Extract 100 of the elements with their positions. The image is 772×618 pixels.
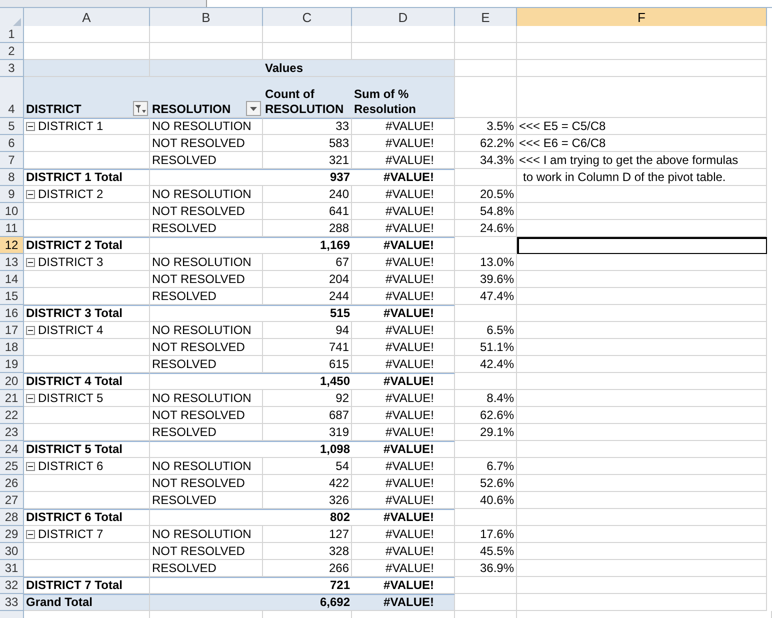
table-cell: Count of RESOLUTION	[263, 77, 352, 118]
row-header[interactable]: 4	[0, 77, 24, 118]
table-cell: #VALUE!	[352, 220, 455, 237]
minus-box-icon[interactable]	[26, 258, 35, 267]
row-header[interactable]: 23	[0, 424, 24, 441]
row-header[interactable]: 15	[0, 288, 24, 305]
table-cell: #VALUE!	[352, 305, 455, 322]
row-header[interactable]: 11	[0, 220, 24, 237]
row-header[interactable]: 33	[0, 594, 24, 611]
table-cell: 51.1%	[455, 339, 517, 356]
row-header[interactable]: 20	[0, 373, 24, 390]
field-label: DISTRICT	[26, 102, 82, 117]
active-cell[interactable]	[517, 237, 767, 254]
table-cell: #VALUE!	[352, 424, 455, 441]
table-cell: RESOLVED	[150, 152, 263, 169]
table-cell: 8.4%	[455, 390, 517, 407]
row-header[interactable]: 26	[0, 475, 24, 492]
row-header[interactable]: 30	[0, 543, 24, 560]
table-cell: 52.6%	[455, 475, 517, 492]
table-cell: DISTRICT 2	[24, 186, 150, 203]
table-cell: #VALUE!	[352, 526, 455, 543]
table-cell: RESOLVED	[150, 492, 263, 509]
dropdown-button[interactable]	[246, 101, 261, 116]
table-cell: 266	[263, 560, 352, 577]
minus-box-icon[interactable]	[26, 462, 35, 471]
table-cell: Values	[263, 60, 352, 77]
filter-button[interactable]	[133, 101, 148, 116]
row-header[interactable]: 8	[0, 169, 24, 186]
minus-box-icon[interactable]	[26, 326, 35, 335]
minus-box-icon[interactable]	[26, 122, 35, 131]
table-cell: #VALUE!	[352, 237, 455, 254]
table-cell: DISTRICT 4	[24, 322, 150, 339]
table-cell: 54.8%	[455, 203, 517, 220]
row-header[interactable]: 17	[0, 322, 24, 339]
row-header[interactable]: 27	[0, 492, 24, 509]
table-cell: 17.6%	[455, 526, 517, 543]
row-header[interactable]: 13	[0, 254, 24, 271]
table-cell: 1,450	[263, 373, 352, 390]
table-cell: DISTRICT 4 Total	[24, 373, 150, 390]
row-header[interactable]: 25	[0, 458, 24, 475]
row-header[interactable]: 18	[0, 339, 24, 356]
table-cell: DISTRICT 5	[24, 390, 150, 407]
table-cell: 515	[263, 305, 352, 322]
row-header[interactable]: 14	[0, 271, 24, 288]
table-cell: #VALUE!	[352, 407, 455, 424]
table-cell: Grand Total	[24, 594, 150, 611]
row-header[interactable]: 16	[0, 305, 24, 322]
table-cell: 321	[263, 152, 352, 169]
table-cell: NOT RESOLVED	[150, 135, 263, 152]
row-header[interactable]: 7	[0, 152, 24, 169]
table-cell: #VALUE!	[352, 339, 455, 356]
row-header[interactable]: 31	[0, 560, 24, 577]
row-header[interactable]: 29	[0, 526, 24, 543]
table-cell: 29.1%	[455, 424, 517, 441]
row-header[interactable]: 2	[0, 43, 24, 60]
row-header[interactable]: 9	[0, 186, 24, 203]
row-header[interactable]: 3	[0, 60, 24, 77]
table-cell: 47.4%	[455, 288, 517, 305]
table-cell: DISTRICT 3 Total	[24, 305, 150, 322]
row-header[interactable]: 24	[0, 441, 24, 458]
table-cell: NOT RESOLVED	[150, 407, 263, 424]
row-header[interactable]: 21	[0, 390, 24, 407]
table-cell: 240	[263, 186, 352, 203]
row-header[interactable]: 28	[0, 509, 24, 526]
row-header[interactable]: 10	[0, 203, 24, 220]
row-header[interactable]: 6	[0, 135, 24, 152]
table-cell: 3.5%	[455, 118, 517, 135]
table-cell: DISTRICT 6	[24, 458, 150, 475]
table-cell: 20.5%	[455, 186, 517, 203]
row-header[interactable]: 1	[0, 26, 24, 43]
row-header[interactable]: 5	[0, 118, 24, 135]
minus-box-icon[interactable]	[26, 530, 35, 539]
table-cell: 127	[263, 526, 352, 543]
table-cell: NOT RESOLVED	[150, 271, 263, 288]
row-header[interactable]: 22	[0, 407, 24, 424]
minus-box-icon[interactable]	[26, 190, 35, 199]
table-cell: NOT RESOLVED	[150, 339, 263, 356]
table-cell: 641	[263, 203, 352, 220]
table-cell: 36.9%	[455, 560, 517, 577]
note-text: <<< E6 = C6/C8	[517, 135, 767, 152]
table-cell: 1,098	[263, 441, 352, 458]
table-cell: DISTRICT 5 Total	[24, 441, 150, 458]
note-text: <<< I am trying to get the above formulas	[517, 152, 767, 169]
table-cell: RESOLVED	[150, 288, 263, 305]
table-cell: NOT RESOLVED	[150, 475, 263, 492]
table-cell: NO RESOLUTION	[150, 390, 263, 407]
table-cell: 13.0%	[455, 254, 517, 271]
table-cell: #VALUE!	[352, 322, 455, 339]
table-cell: 62.2%	[455, 135, 517, 152]
row-header[interactable]: 12	[0, 237, 24, 254]
table-cell: 937	[263, 169, 352, 186]
row-header[interactable]: 32	[0, 577, 24, 594]
field-label: RESOLUTION	[152, 102, 232, 117]
minus-box-icon[interactable]	[26, 394, 35, 403]
table-cell: 40.6%	[455, 492, 517, 509]
table-cell: 42.4%	[455, 356, 517, 373]
table-cell: #VALUE!	[352, 288, 455, 305]
table-cell: 687	[263, 407, 352, 424]
table-cell: #VALUE!	[352, 373, 455, 390]
row-header[interactable]: 19	[0, 356, 24, 373]
